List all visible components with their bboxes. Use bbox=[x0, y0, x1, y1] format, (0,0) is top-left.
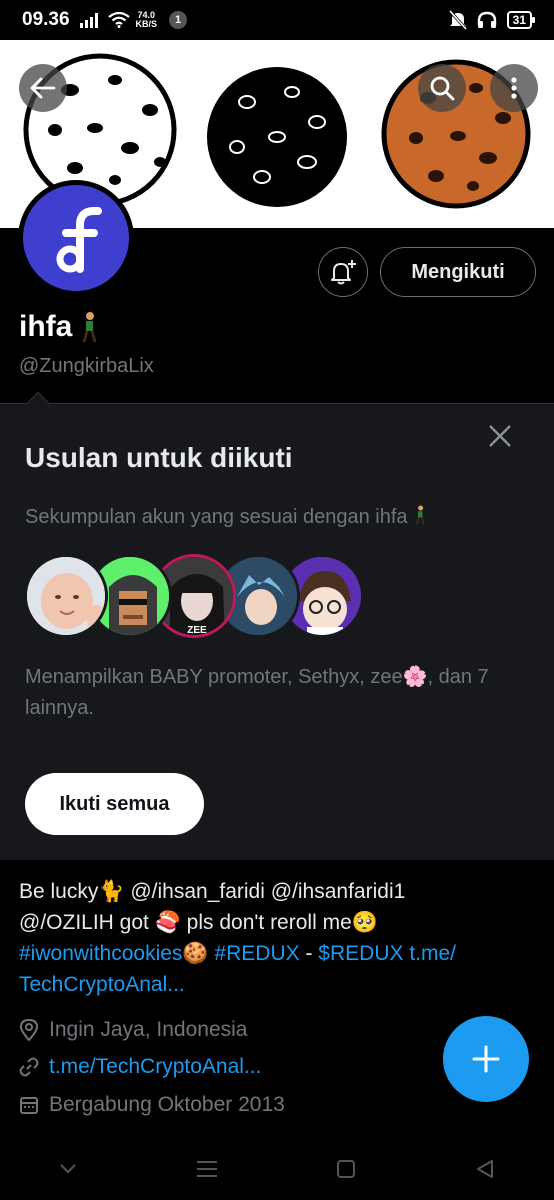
display-name: ihfa bbox=[19, 310, 100, 344]
website-row: t.me/TechCryptoAnal... bbox=[19, 1055, 261, 1079]
follow-suggestions-card: Usulan untuk diikuti Sekumpulan akun yan… bbox=[0, 391, 554, 860]
cashtag-redux[interactable]: $REDUX bbox=[318, 942, 403, 965]
bio-dash: - bbox=[299, 942, 319, 965]
recent-apps-icon[interactable] bbox=[196, 1160, 218, 1178]
suggested-avatar-baby[interactable] bbox=[24, 554, 108, 638]
bell-plus-icon bbox=[331, 260, 356, 285]
signal-icon bbox=[79, 13, 98, 28]
status-time: 09.36 bbox=[22, 9, 70, 30]
net-speed-unit: KB/S bbox=[135, 19, 158, 29]
back-button[interactable] bbox=[19, 64, 67, 112]
location-text: Ingin Jaya, Indonesia bbox=[49, 1018, 248, 1041]
link-icon bbox=[19, 1057, 39, 1077]
system-nav-bar bbox=[0, 1138, 554, 1200]
close-icon bbox=[489, 425, 511, 447]
profile-bio: Be lucky🐈 @/ihsan_faridi @/ihsanfaridi1 … bbox=[19, 876, 539, 1000]
suggested-names-summary: Menampilkan BABY promoter, Sethyx, zee🌸,… bbox=[25, 666, 489, 719]
avatar-logo-icon bbox=[56, 207, 102, 273]
location-row: Ingin Jaya, Indonesia bbox=[19, 1018, 247, 1042]
compose-tweet-button[interactable] bbox=[443, 1016, 529, 1102]
status-bar: 09.36 74.0 KB/S 1 31 bbox=[0, 0, 554, 40]
location-pin-icon bbox=[19, 1019, 39, 1041]
back-nav-icon[interactable] bbox=[475, 1159, 495, 1179]
following-button[interactable]: Mengikuti bbox=[380, 247, 536, 297]
chevron-down-icon[interactable] bbox=[59, 1163, 77, 1175]
person-walking-icon bbox=[415, 505, 425, 525]
baby-photo-image bbox=[27, 557, 105, 635]
calendar-icon bbox=[20, 1097, 38, 1114]
suggestions-subtitle-text: Sekumpulan akun yang sesuai dengan ihfa bbox=[25, 506, 408, 528]
wifi-icon bbox=[107, 12, 130, 28]
notification-subscribe-button[interactable] bbox=[318, 247, 368, 297]
home-icon[interactable] bbox=[336, 1159, 356, 1179]
more-vertical-icon bbox=[511, 77, 517, 99]
arrow-left-icon bbox=[30, 77, 56, 99]
headphones-icon bbox=[477, 11, 496, 28]
plus-icon bbox=[472, 1045, 500, 1073]
suggestions-title: Usulan untuk diikuti bbox=[25, 442, 293, 473]
suggested-avatars-stack[interactable]: ZEE bbox=[24, 554, 364, 638]
bio-link-start[interactable]: t.me/ bbox=[409, 942, 456, 965]
notification-count-badge: 1 bbox=[169, 11, 188, 29]
display-name-text: ihfa bbox=[19, 310, 73, 343]
bio-line-1: Be lucky🐈 @/ihsan_faridi @/ihsanfaridi1 bbox=[19, 880, 406, 903]
joined-row: Bergabung Oktober 2013 bbox=[19, 1093, 285, 1117]
battery-indicator: 31 bbox=[506, 11, 536, 29]
network-speed: 74.0 KB/S bbox=[136, 11, 158, 29]
follow-all-button[interactable]: Ikuti semua bbox=[25, 773, 204, 835]
cookie-black-image bbox=[207, 67, 347, 207]
profile-avatar[interactable] bbox=[18, 180, 134, 296]
more-options-button[interactable] bbox=[490, 64, 538, 112]
zee-tag: ZEE bbox=[187, 625, 207, 636]
person-walking-icon bbox=[82, 312, 97, 343]
hashtag-iwonwithcookies[interactable]: #iwonwithcookies🍪 bbox=[19, 942, 209, 965]
close-suggestions-button[interactable] bbox=[484, 420, 516, 452]
card-pointer bbox=[26, 391, 50, 415]
bio-link-end[interactable]: TechCryptoAnal... bbox=[19, 969, 539, 1000]
search-button[interactable] bbox=[418, 64, 466, 112]
bio-line-2: @/OZILIH got 🍣 pls don't reroll me🥺 bbox=[19, 911, 378, 934]
mute-icon bbox=[448, 10, 467, 30]
user-handle: @ZungkirbaLix bbox=[19, 355, 154, 377]
hashtag-redux[interactable]: #REDUX bbox=[214, 942, 299, 965]
suggestions-subtitle: Sekumpulan akun yang sesuai dengan ihfa bbox=[25, 504, 427, 529]
joined-text: Bergabung Oktober 2013 bbox=[49, 1093, 285, 1116]
search-icon bbox=[430, 76, 455, 101]
bio-line-3: #iwonwithcookies🍪 #REDUX - $REDUX t.me/ bbox=[19, 938, 539, 969]
website-link[interactable]: t.me/TechCryptoAnal... bbox=[49, 1055, 261, 1079]
